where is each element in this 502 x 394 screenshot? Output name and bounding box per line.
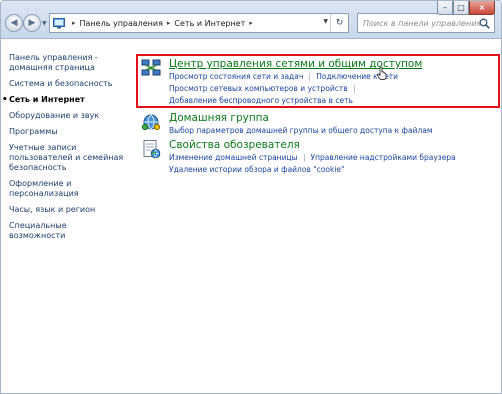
sidebar-item-accessibility[interactable]: Специальные возможности bbox=[9, 221, 124, 241]
homegroup-icon bbox=[141, 114, 161, 131]
minimize-button[interactable]: – bbox=[437, 1, 453, 15]
sidebar-item-programs[interactable]: Программы bbox=[9, 127, 124, 137]
view-network-computers-link[interactable]: Просмотр сетевых компьютеров и устройств bbox=[169, 84, 348, 93]
search-icon bbox=[479, 18, 490, 29]
sidebar: Панель управления - домашняя страница Си… bbox=[1, 39, 131, 393]
search-box[interactable]: Поиск в панели управления bbox=[357, 13, 495, 33]
breadcrumb-control-panel[interactable]: Панель управления bbox=[80, 19, 163, 28]
sidebar-item-user-accounts[interactable]: Учетные записи пользователей и семейная … bbox=[9, 143, 124, 173]
recent-pages-dropdown[interactable]: ▼ bbox=[42, 20, 47, 27]
view-network-status-link[interactable]: Просмотр состояния сети и задач bbox=[169, 72, 303, 81]
refresh-button[interactable]: ↻ bbox=[330, 14, 348, 32]
control-panel-icon bbox=[53, 18, 65, 29]
breadcrumb-separator: ▸ bbox=[72, 19, 76, 27]
sidebar-item-hardware-sound[interactable]: Оборудование и звук bbox=[9, 111, 124, 121]
change-homepage-link[interactable]: Изменение домашней страницы bbox=[169, 153, 298, 162]
forward-button[interactable]: ▶ bbox=[23, 14, 41, 32]
close-button[interactable]: × bbox=[469, 1, 495, 15]
back-arrow-icon: ◀ bbox=[10, 18, 18, 28]
link-separator bbox=[303, 154, 305, 162]
sidebar-item-system-security[interactable]: Система и безопасность bbox=[9, 79, 124, 89]
internet-options-icon bbox=[143, 140, 161, 159]
homegroup-options-link[interactable]: Выбор параметров домашней группы и общег… bbox=[169, 126, 433, 135]
delete-browsing-history-link[interactable]: Удаление истории обзора и файлов "cookie… bbox=[169, 165, 345, 174]
homegroup-title-link[interactable]: Домашняя группа bbox=[169, 112, 269, 124]
network-center-links-row-3: Добавление беспроводного устройства в се… bbox=[169, 96, 353, 105]
sidebar-item-appearance[interactable]: Оформление и персонализация bbox=[9, 179, 124, 199]
network-center-icon bbox=[141, 59, 161, 76]
breadcrumb-separator: ▸ bbox=[166, 19, 171, 27]
network-center-links-row-1: Просмотр состояния сети и задач Подключен… bbox=[169, 72, 398, 81]
forward-arrow-icon: ▶ bbox=[28, 18, 36, 28]
window-caption-buttons: – □ × bbox=[437, 1, 495, 16]
control-panel-window: ◀ ▶ ▼ ▸ Панель управления ▸ Сеть и Интер… bbox=[0, 0, 502, 394]
navigation-toolbar: ◀ ▶ ▼ ▸ Панель управления ▸ Сеть и Интер… bbox=[1, 1, 501, 39]
manage-addons-link[interactable]: Управление надстройками браузера bbox=[311, 153, 456, 162]
sidebar-item-home[interactable]: Панель управления - домашняя страница bbox=[9, 53, 124, 73]
address-bar[interactable]: ▸ Панель управления ▸ Сеть и Интернет ▸ … bbox=[49, 13, 349, 33]
address-dropdown-icon[interactable]: ▼ bbox=[323, 18, 328, 25]
breadcrumb-network-internet[interactable]: Сеть и Интернет bbox=[174, 19, 245, 28]
internet-options-title-link[interactable]: Свойства обозревателя bbox=[169, 139, 300, 151]
maximize-button[interactable]: □ bbox=[453, 1, 469, 15]
internet-options-links-row-2: Удаление истории обзора и файлов "cookie… bbox=[169, 165, 345, 174]
hand-cursor-icon bbox=[377, 67, 387, 80]
search-placeholder: Поиск в панели управления bbox=[363, 18, 482, 28]
breadcrumb-separator: ▸ bbox=[249, 19, 253, 27]
internet-options-links-row-1: Изменение домашней страницы Управление на… bbox=[169, 153, 456, 162]
add-wireless-device-link[interactable]: Добавление беспроводного устройства в се… bbox=[169, 96, 353, 105]
sidebar-item-clock-language[interactable]: Часы, язык и регион bbox=[9, 205, 124, 215]
network-center-links-row-2: Просмотр сетевых компьютеров и устройств bbox=[169, 84, 361, 93]
refresh-icon: ↻ bbox=[335, 18, 344, 28]
link-separator bbox=[309, 73, 311, 81]
homegroup-links-row-1: Выбор параметров домашней группы и общег… bbox=[169, 126, 433, 135]
sidebar-item-network-internet[interactable]: Сеть и Интернет bbox=[2, 95, 124, 105]
back-button[interactable]: ◀ bbox=[5, 14, 23, 32]
main-content: Центр управления сетями и общим доступом… bbox=[131, 39, 501, 393]
link-separator bbox=[353, 85, 355, 93]
